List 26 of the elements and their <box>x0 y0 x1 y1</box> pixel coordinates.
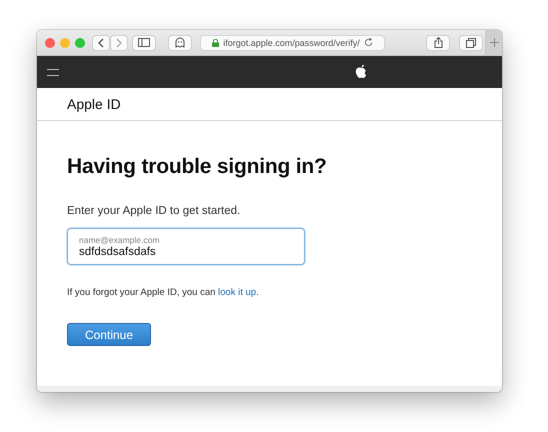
apple-id-input[interactable]: sdfdsdsafsdafs <box>79 246 293 258</box>
menu-icon[interactable] <box>47 68 59 76</box>
help-text: If you forgot your Apple ID, you can look it up. <box>67 287 259 298</box>
apple-id-field[interactable]: name@example.com sdfdsdsafsdafs <box>67 228 305 265</box>
look-up-link[interactable]: look it up <box>218 287 256 298</box>
continue-button[interactable]: Continue <box>67 323 151 346</box>
back-icon <box>97 38 105 48</box>
lock-icon <box>212 38 220 46</box>
instruction-text: Enter your Apple ID to get started. <box>67 205 240 217</box>
sidebar-button[interactable] <box>132 34 156 50</box>
extension-button[interactable] <box>168 34 192 50</box>
page-heading: Having trouble signing in? <box>67 155 327 179</box>
ghost-icon <box>175 37 185 48</box>
forward-icon <box>115 38 123 48</box>
address-bar[interactable]: iforgot.apple.com/password/verify/ <box>200 34 385 50</box>
share-icon <box>434 37 442 48</box>
section-title: Apple ID <box>67 96 121 112</box>
reload-icon[interactable] <box>364 38 373 47</box>
back-button[interactable] <box>92 34 110 50</box>
field-label: name@example.com <box>79 235 160 245</box>
share-button[interactable] <box>426 34 450 50</box>
sidebar-icon <box>138 38 150 47</box>
tabs-icon <box>466 38 476 48</box>
apple-logo-icon[interactable] <box>355 64 368 79</box>
tabs-button[interactable] <box>459 34 483 50</box>
plus-icon <box>490 38 498 47</box>
